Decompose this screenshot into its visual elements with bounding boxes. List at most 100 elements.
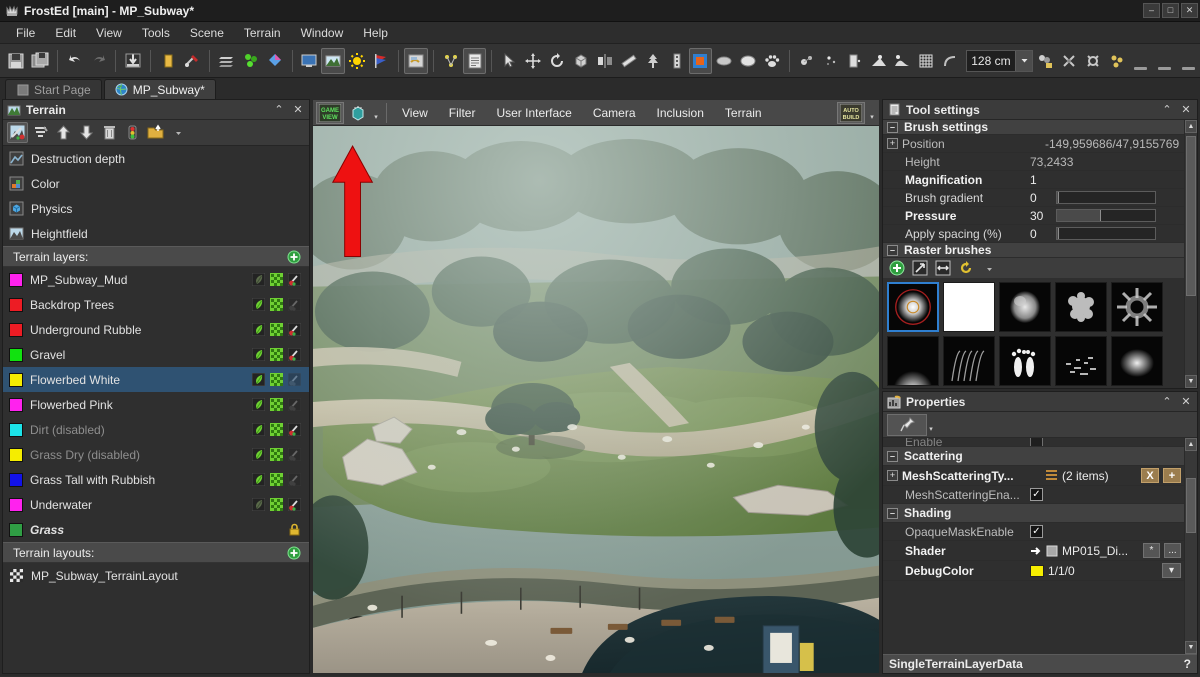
terrain-layer-row[interactable]: Grass Dry (disabled) [3,442,309,467]
terrain-layer-row[interactable]: Dirt (disabled) [3,417,309,442]
layer-mask-icon[interactable] [270,298,283,311]
viewport-menu-camera[interactable]: Camera [584,102,645,124]
layer-vegetation-icon[interactable] [252,448,265,461]
brush-setting-row[interactable]: Height73,2433 [883,153,1184,171]
layer-vegetation-icon[interactable] [252,398,265,411]
layer-paint-icon[interactable] [288,498,301,511]
layer-mask-icon[interactable] [270,473,283,486]
close-icon[interactable]: ✕ [1179,395,1193,409]
property-value[interactable]: (2 items)X+ [1040,468,1184,483]
redo-icon[interactable] [87,48,111,74]
property-row-checkbox[interactable]: MeshScatteringEna...✓ [883,486,1184,504]
menu-tools[interactable]: Tools [132,23,180,43]
property-value[interactable]: ✓ [1025,525,1184,538]
layer-color-swatch[interactable] [9,423,23,437]
menu-edit[interactable]: Edit [45,23,86,43]
raster-brush-thumbnail[interactable] [1111,282,1163,332]
viewport-menu-terrain[interactable]: Terrain [716,102,771,124]
menu-window[interactable]: Window [291,23,354,43]
chevron-down-icon[interactable]: ▾ [868,102,876,124]
viewport-menu-inclusion[interactable]: Inclusion [648,102,713,124]
layer-color-swatch[interactable] [9,273,23,287]
scroll-thumb[interactable] [1186,478,1196,533]
layer-mask-icon[interactable] [270,498,283,511]
scale-cube-icon[interactable] [569,48,593,74]
layer-vegetation-icon[interactable] [252,373,265,386]
raster-brush-thumbnail[interactable] [887,336,939,386]
scroll-up-icon[interactable]: ▲ [1185,120,1197,133]
setting-slider[interactable] [1056,209,1156,222]
collapse-icon[interactable]: ⌃ [272,103,286,117]
scroll-thumb[interactable] [1186,136,1196,296]
terrain-layer-row[interactable]: Grass [3,517,309,542]
layer-vegetation-icon[interactable] [252,348,265,361]
toolbar-drag-handle[interactable] [1129,48,1153,74]
raster-brush-thumbnail[interactable] [1055,336,1107,386]
build-tools-icon[interactable] [180,48,204,74]
layer-paint-icon[interactable] [288,298,301,311]
auto-build-button[interactable]: AUTO BUILD [837,102,865,124]
terrain-layer-row[interactable]: Backdrop Trees [3,292,309,317]
raster-brush-thumbnail[interactable] [1111,336,1163,386]
raster-brush-thumbnail[interactable] [887,282,939,332]
paint-tool-icon[interactable] [7,122,28,143]
close-icon[interactable]: ✕ [1179,103,1193,117]
setting-slider[interactable] [1056,227,1156,240]
chevron-down-icon[interactable]: ▾ [1162,563,1181,578]
move-icon[interactable] [521,48,545,74]
minimize-button[interactable]: – [1143,3,1160,18]
viewport-menu-user-interface[interactable]: User Interface [487,102,580,124]
setting-value-cell[interactable]: 1 [1025,173,1184,187]
setting-value-cell[interactable]: 73,2433 [1025,155,1184,169]
flat-brush-icon[interactable] [712,48,736,74]
menu-scene[interactable]: Scene [180,23,234,43]
layer-vegetation-icon[interactable] [252,273,265,286]
open-folder-icon[interactable] [145,122,166,143]
layer-paint-icon[interactable] [288,423,301,436]
add-brush-icon[interactable] [887,258,907,278]
raster-brush-thumbnail[interactable] [999,282,1051,332]
materials-icon[interactable] [263,48,287,74]
property-value[interactable]: ✓ [1025,488,1184,501]
ruler-icon[interactable] [617,48,641,74]
checkbox[interactable]: ✓ [1030,488,1043,501]
package-icon[interactable] [404,48,428,74]
menu-view[interactable]: View [86,23,132,43]
layer-mask-icon[interactable] [270,373,283,386]
chevron-down-icon[interactable]: ▾ [927,414,935,436]
terrain-hill-icon[interactable] [891,48,915,74]
menu-help[interactable]: Help [353,23,398,43]
filter-tool-icon[interactable] [30,122,51,143]
close-icon[interactable]: ✕ [291,103,305,117]
raster-brush-thumbnail[interactable] [943,336,995,386]
select-arrow-icon[interactable] [497,48,521,74]
brush-setting-row[interactable]: +Position-149,959686/47,9155769 [883,135,1184,153]
reload-brush-icon[interactable] [956,258,976,278]
layer-paint-icon[interactable] [288,273,301,286]
cross-tool-icon[interactable] [1057,48,1081,74]
close-button[interactable]: ✕ [1181,3,1198,18]
properties-scrollbar[interactable]: ▲ ▼ [1184,438,1197,654]
asset-star-button[interactable]: * [1143,543,1160,558]
property-row-color[interactable]: DebugColor1/1/0▾ [883,561,1184,581]
terrain-layer-row[interactable]: Flowerbed White [3,367,309,392]
layer-vegetation-icon[interactable] [252,498,265,511]
setting-value-cell[interactable]: 0 [1025,227,1184,241]
layer-color-swatch[interactable] [9,398,23,412]
paw-icon[interactable] [760,48,784,74]
scroll-up-icon[interactable]: ▲ [1185,438,1197,451]
setting-slider[interactable] [1056,191,1156,204]
brush-size-spinbox[interactable]: 128 cm [966,50,1033,72]
checkbox[interactable] [1030,438,1043,447]
terrain-channel-physics[interactable]: Physics [3,196,309,221]
curve-icon[interactable] [938,48,962,74]
particles-icon[interactable] [239,48,263,74]
property-row-list[interactable]: +MeshScatteringTy...(2 items)X+ [883,466,1184,486]
collapse-icon[interactable]: ⌃ [1160,103,1174,117]
target-tool-icon[interactable] [1081,48,1105,74]
layer-vegetation-icon[interactable] [252,423,265,436]
brush-setting-row[interactable]: Magnification1 [883,171,1184,189]
layer-mask-icon[interactable] [270,323,283,336]
resize-brush-icon[interactable] [910,258,930,278]
terrain-layer-row[interactable]: Flowerbed Pink [3,392,309,417]
